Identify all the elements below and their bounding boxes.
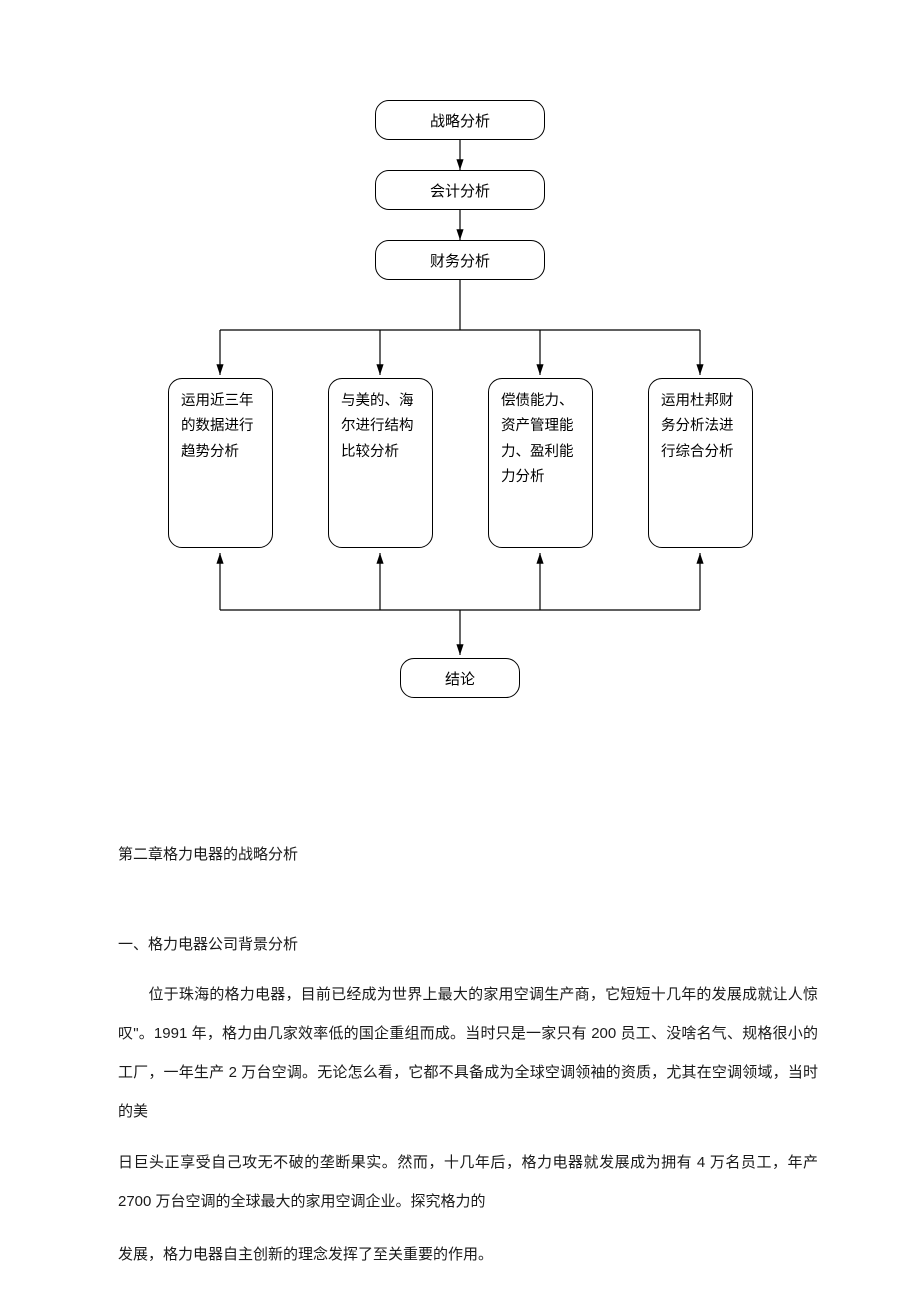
node-capability-analysis: 偿债能力、资产管理能力、盈利能力分析 [488,378,593,548]
paragraph: 位于珠海的格力电器，目前已经成为世界上最大的家用空调生产商，它短短十几年的发展成… [118,975,818,1131]
node-trend-analysis: 运用近三年的数据进行趋势分析 [168,378,273,548]
node-label: 偿债能力、资产管理能力、盈利能力分析 [501,389,580,491]
paragraph: 发展，格力电器自主创新的理念发挥了至关重要的作用。 [118,1235,818,1274]
node-label: 财务分析 [430,250,490,271]
section-title: 一、格力电器公司背景分析 [118,925,818,964]
node-label: 结论 [445,668,475,689]
chapter-title: 第二章格力电器的战略分析 [118,835,818,874]
node-financial-analysis: 财务分析 [375,240,545,280]
node-label: 战略分析 [430,110,490,131]
node-strategy-analysis: 战略分析 [375,100,545,140]
node-label: 与美的、海尔进行结构比较分析 [341,389,420,465]
node-structure-comparison: 与美的、海尔进行结构比较分析 [328,378,433,548]
node-dupont-analysis: 运用杜邦财务分析法进行综合分析 [648,378,753,548]
node-conclusion: 结论 [400,658,520,698]
node-label: 运用杜邦财务分析法进行综合分析 [661,389,740,465]
node-label: 会计分析 [430,180,490,201]
node-accounting-analysis: 会计分析 [375,170,545,210]
paragraph: 日巨头正享受自己攻无不破的垄断果实。然而，十几年后，格力电器就发展成为拥有 4 … [118,1143,818,1221]
analysis-flow-diagram: 战略分析 会计分析 财务分析 运用近三年的数据进行趋势分析 与美的、海尔进行结构… [170,100,750,770]
node-label: 运用近三年的数据进行趋势分析 [181,389,260,465]
